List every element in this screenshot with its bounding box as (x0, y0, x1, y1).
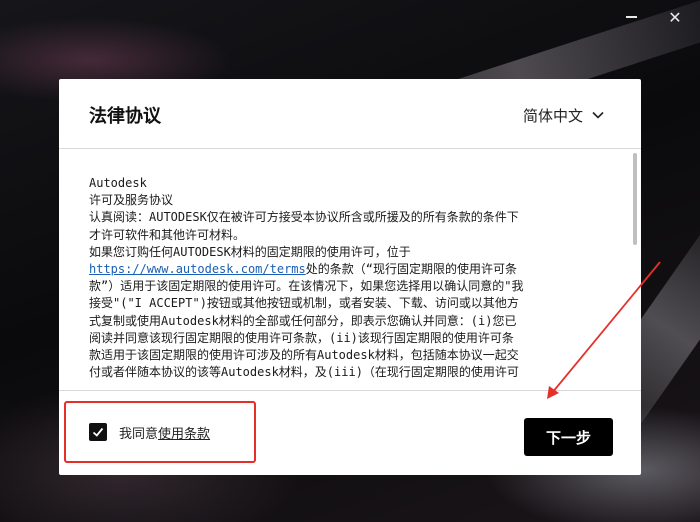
agreement-line: 式复制或使用Autodesk材料的全部或任何部分，即表示您确认并同意：(i)您已 (89, 313, 517, 328)
terms-of-use-link[interactable]: 使用条款 (158, 427, 210, 442)
scrollbar[interactable] (632, 151, 638, 387)
terms-url-link[interactable]: https://www.autodesk.com/terms (89, 262, 306, 276)
agreement-line: 许可及服务协议 (89, 193, 174, 208)
agreement-line: 接受"("I ACCEPT")按钮或其他按钮或机制，或者安装、下载、访问或以其他… (89, 296, 519, 311)
scrollbar-thumb[interactable] (633, 153, 637, 245)
close-button[interactable]: ✕ (664, 6, 686, 28)
agreement-line: 付或者伴随本协议的该等Autodesk材料，及(iii)（在现行固定期限的使用许… (89, 365, 519, 380)
minimize-button[interactable] (620, 6, 642, 28)
checkmark-icon (92, 427, 104, 437)
agreement-line: 款适用于该固定期限的使用许可涉及的所有Autodesk材料，包括随本协议一起交 (89, 348, 519, 363)
close-icon: ✕ (668, 7, 682, 27)
agree-checkbox-row[interactable]: 我同意使用条款 (89, 422, 210, 442)
language-value: 简体中文 (523, 106, 584, 125)
agreement-line: 认真阅读：AUTODESK仅在被许可方接受本协议所含或所援及的所有条款的条件下 (89, 210, 519, 225)
agree-checkbox[interactable] (89, 423, 107, 441)
dialog-title: 法律协议 (89, 106, 161, 127)
chevron-down-icon (592, 111, 604, 119)
agreement-line: Autodesk (89, 176, 147, 190)
divider (59, 148, 641, 149)
next-button[interactable]: 下一步 (524, 418, 613, 456)
agree-prefix: 我同意 (119, 426, 159, 442)
legal-agreement-dialog: 法律协议 简体中文 Autodesk 许可及服务协议 认真阅读：AUTODESK… (59, 79, 641, 475)
divider (59, 390, 641, 391)
agreement-line-tail: 处的条款（“现行固定期限的使用许可条 (305, 262, 517, 277)
agreement-line: https://www.autodesk.com/terms处的条款（“现行固定… (89, 261, 599, 278)
agree-label: 我同意使用条款 (119, 423, 210, 442)
agreement-line: 款”）适用于该固定期限的使用许可。在该情况下，如果您选择用以确认同意的"我 (89, 279, 524, 294)
agreement-text[interactable]: Autodesk 许可及服务协议 认真阅读：AUTODESK仅在被许可方接受本协… (89, 175, 599, 389)
agreement-line: 阅读并同意该现行固定期限的使用许可条款，(ii)该现行固定期限的使用许可条 (89, 330, 514, 345)
language-select[interactable]: 简体中文 (523, 103, 605, 127)
agreement-line: 如果您订购任何AUTODESK材料的固定期限的使用许可，位于 (89, 244, 411, 259)
agreement-line: 才许可软件和其他许可材料。 (89, 227, 246, 242)
